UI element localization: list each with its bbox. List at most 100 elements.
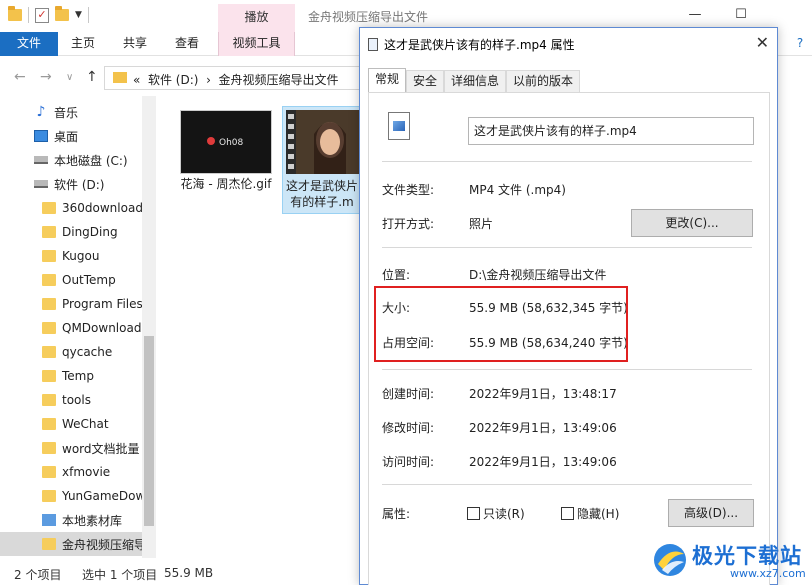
sidebar-item-folder[interactable]: Program Files	[0, 292, 156, 316]
quick-access-toolbar: ✓ ▼	[8, 6, 89, 23]
divider	[382, 247, 752, 248]
breadcrumb-overflow[interactable]: «	[133, 73, 140, 87]
sidebar-item-label: Temp	[62, 369, 94, 383]
folder-icon	[42, 538, 56, 550]
sidebar-item-folder[interactable]: Temp	[0, 364, 156, 388]
sidebar-item-label: word文档批量	[62, 441, 140, 456]
library-icon	[42, 514, 56, 526]
accessed-label: 访问时间:	[382, 455, 435, 469]
sidebar-item-drive-c[interactable]: 本地磁盘 (C:)	[0, 148, 156, 172]
tab-share[interactable]: 共享	[114, 32, 156, 56]
folder-icon	[8, 6, 22, 21]
file-type-label: 文件类型:	[382, 183, 435, 197]
file-name-field[interactable]: 这才是武侠片该有的样子.mp4	[468, 117, 754, 145]
sidebar-item-folder[interactable]: tools	[0, 388, 156, 412]
sidebar-item-folder[interactable]: xfmovie	[0, 460, 156, 484]
breadcrumb-drive[interactable]: 软件 (D:)	[148, 73, 198, 87]
sidebar-item-desktop[interactable]: 桌面	[0, 124, 156, 148]
folder-icon	[113, 72, 127, 83]
desktop-icon	[34, 130, 48, 142]
size-highlight-box	[374, 286, 628, 362]
sidebar-item-library[interactable]: 本地素材库	[0, 508, 156, 532]
tab-home[interactable]: 主页	[62, 32, 104, 56]
sidebar-item-folder[interactable]: WeChat	[0, 412, 156, 436]
sidebar-item-label: WeChat	[62, 417, 109, 431]
tab-details[interactable]: 详细信息	[444, 70, 507, 92]
advanced-button[interactable]: 高级(D)...	[668, 499, 754, 527]
tab-security[interactable]: 安全	[406, 70, 445, 92]
help-icon[interactable]: ?	[790, 32, 810, 56]
open-with-label: 打开方式:	[382, 217, 435, 231]
hidden-checkbox[interactable]: 隐藏(H)	[561, 505, 619, 522]
checkbox-box[interactable]	[467, 507, 480, 520]
forward-icon[interactable]: →	[40, 69, 52, 85]
sidebar-item-folder[interactable]: OutTemp	[0, 268, 156, 292]
nav-scrollbar[interactable]	[142, 96, 156, 558]
file-thumbnail-gif[interactable]: Oh08	[180, 110, 272, 174]
properties-icon[interactable]: ✓	[35, 7, 49, 23]
tab-previous-versions[interactable]: 以前的版本	[506, 70, 581, 92]
sidebar-item-folder[interactable]: QMDownload	[0, 316, 156, 340]
created-value: 2022年9月1日，13:48:17	[469, 387, 617, 401]
sidebar-item-folder[interactable]: YunGameDow	[0, 484, 156, 508]
chevron-down-icon[interactable]: ∨	[66, 72, 73, 83]
sidebar-item-label: 桌面	[54, 129, 79, 144]
maximize-icon[interactable]: ☐	[718, 4, 764, 28]
folder-icon	[42, 346, 56, 358]
breadcrumb-folder[interactable]: 金舟视频压缩导出文件	[219, 73, 339, 87]
close-icon[interactable]: ✕	[756, 33, 769, 52]
folder-icon	[42, 418, 56, 430]
watermark-url: www.xz7.com	[730, 567, 806, 580]
folder-icon	[42, 466, 56, 478]
sidebar-item-label: 本地磁盘 (C:)	[54, 153, 128, 168]
file-icon	[368, 38, 378, 51]
hidden-label: 隐藏(H)	[577, 507, 620, 521]
properties-dialog: 这才是武侠片该有的样子.mp4 属性 ✕ 常规 安全 详细信息 以前的版本 这才…	[359, 27, 778, 585]
sidebar-item-folder[interactable]: Kugou	[0, 244, 156, 268]
scrollbar-thumb[interactable]	[144, 336, 154, 526]
folder-icon	[42, 322, 56, 334]
window-title: 金舟视频压缩导出文件	[308, 10, 429, 24]
tab-general[interactable]: 常规	[368, 68, 407, 92]
sidebar-item-label: Kugou	[62, 249, 100, 263]
tab-video-tools[interactable]: 视频工具	[218, 32, 295, 56]
file-name[interactable]: 这才是武侠片	[284, 178, 360, 194]
sidebar-item-folder[interactable]: word文档批量	[0, 436, 156, 460]
location-label: 位置:	[382, 268, 411, 282]
file-name[interactable]: 有的样子.m	[284, 194, 360, 210]
sidebar-item-label: YunGameDow	[62, 489, 146, 503]
sidebar-item-folder[interactable]: qycache	[0, 340, 156, 364]
folder-icon	[42, 370, 56, 382]
sidebar-item-label: OutTemp	[62, 273, 116, 287]
watermark-text: 极光下载站	[692, 544, 802, 568]
minimize-icon[interactable]: —	[672, 4, 718, 28]
gif-thumb-text: Oh08	[219, 138, 244, 148]
checkbox-box[interactable]	[561, 507, 574, 520]
file-thumbnail-video[interactable]	[286, 110, 360, 174]
drive-icon	[34, 180, 48, 188]
change-button[interactable]: 更改(C)...	[631, 209, 753, 237]
sidebar-item-folder[interactable]: DingDing	[0, 220, 156, 244]
back-icon[interactable]: ←	[14, 69, 26, 85]
chevron-down-icon[interactable]: ▼	[75, 10, 82, 20]
breadcrumb-separator[interactable]: ›	[206, 73, 211, 87]
sidebar-item-folder[interactable]: 360download	[0, 196, 156, 220]
sidebar-item-label: tools	[62, 393, 91, 407]
tab-view[interactable]: 查看	[166, 32, 208, 56]
sidebar-item-current-folder[interactable]: 金舟视频压缩导	[0, 532, 156, 556]
context-tab-play[interactable]: 播放	[218, 4, 295, 32]
aurora-logo-icon	[654, 544, 686, 576]
readonly-checkbox[interactable]: 只读(R)	[467, 505, 525, 522]
sidebar-item-label: DingDing	[62, 225, 118, 239]
folder-icon	[42, 442, 56, 454]
status-size: 55.9 MB	[164, 566, 214, 580]
file-name[interactable]: 花海 - 周杰伦.gif	[176, 176, 276, 192]
new-folder-icon[interactable]	[55, 6, 69, 21]
sidebar-item-label: 本地素材库	[62, 513, 123, 528]
up-icon[interactable]: ↑	[86, 69, 98, 85]
sidebar-item-music[interactable]: ♪ 音乐	[0, 100, 156, 124]
tab-file[interactable]: 文件	[0, 32, 58, 56]
sidebar-item-label: 金舟视频压缩导	[62, 537, 147, 552]
sidebar-item-drive-d[interactable]: 软件 (D:)	[0, 172, 156, 196]
attributes-label: 属性:	[382, 507, 411, 521]
